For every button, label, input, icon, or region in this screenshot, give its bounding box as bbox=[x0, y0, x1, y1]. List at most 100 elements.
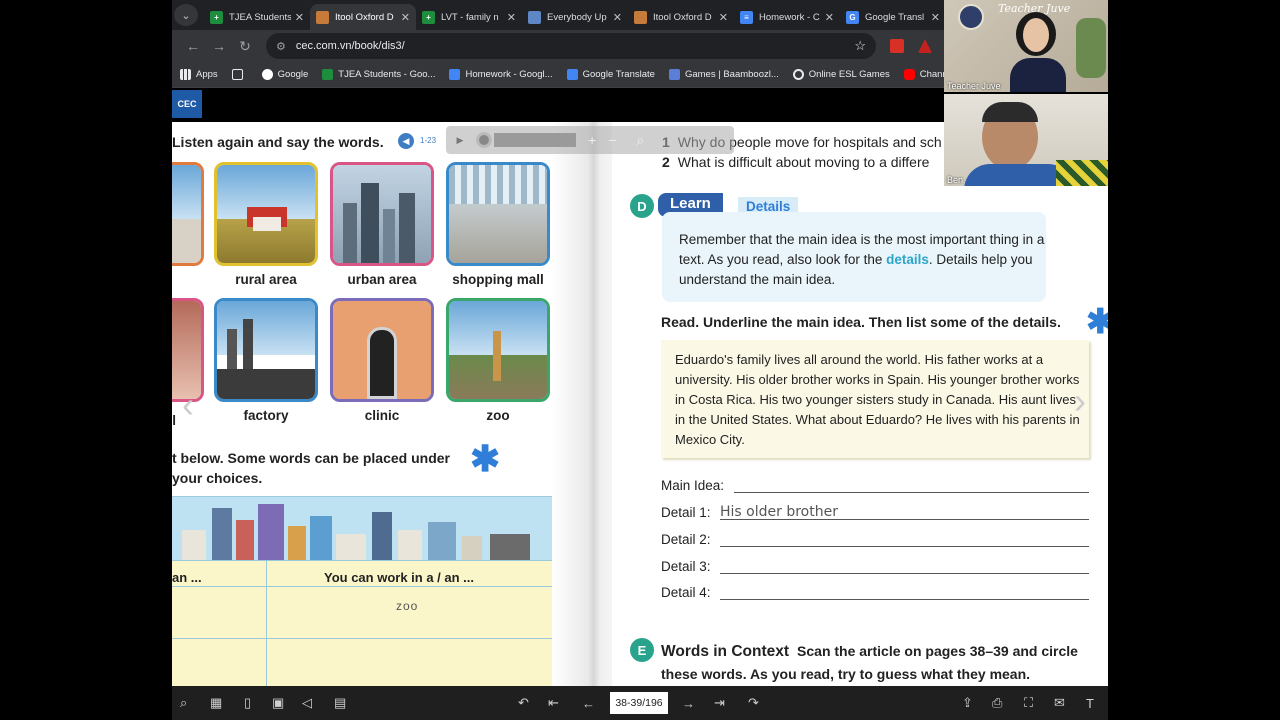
bookmark-label: Apps bbox=[196, 69, 218, 80]
tab-label: Itool Oxford D bbox=[335, 11, 394, 23]
question-number: 2 bbox=[662, 154, 670, 170]
learn-highlight: details bbox=[886, 252, 929, 267]
media-icon[interactable]: ▣ bbox=[272, 695, 284, 711]
zoom-icon[interactable]: ⌕ bbox=[180, 695, 187, 711]
tab-3[interactable]: Everybody Up ✕ bbox=[522, 4, 628, 30]
detail-2-line[interactable] bbox=[720, 546, 1089, 547]
site-info-icon[interactable]: ⚙ bbox=[276, 40, 286, 53]
page-indicator[interactable]: 38-39/196 bbox=[610, 692, 668, 714]
audio-toggle-icon[interactable]: ◁ bbox=[302, 695, 312, 711]
bookmark-games[interactable]: Games | Baamboozl... bbox=[668, 69, 779, 80]
bookmark-label: Google Translate bbox=[582, 69, 655, 80]
reload-icon[interactable]: ↻ bbox=[232, 38, 258, 55]
share-icon[interactable]: ⇪ bbox=[962, 695, 973, 711]
seek-knob[interactable] bbox=[476, 132, 492, 148]
search-icon[interactable]: ⌕ bbox=[636, 132, 644, 149]
prev-page-arrow-icon[interactable]: ‹ bbox=[182, 384, 194, 426]
apps-grid-icon bbox=[180, 69, 191, 80]
close-icon[interactable]: ✕ bbox=[295, 11, 304, 24]
video-student: Ben bbox=[944, 94, 1108, 186]
fullscreen-icon[interactable]: ⛶ bbox=[1024, 695, 1033, 711]
book-icon bbox=[634, 10, 647, 24]
tab-search-button[interactable]: ⌄ bbox=[174, 4, 198, 26]
picture-rural-area[interactable] bbox=[214, 162, 318, 266]
picture-partial-label: l bbox=[172, 413, 176, 428]
print-icon[interactable]: ⎙ bbox=[992, 695, 1002, 711]
notes-icon[interactable]: ▤ bbox=[334, 695, 346, 711]
detail-1-answer: His older brother bbox=[720, 504, 838, 520]
question-text: What is difficult about moving to a diff… bbox=[677, 154, 930, 170]
reader-toolbar: ⌕ ▦ ▯ ▣ ◁ ▤ ↶ ⇤ ← 38-39/196 → ⇥ ↷ ⇪ ⎙ ⛶ … bbox=[172, 686, 1108, 720]
sheets-icon: + bbox=[210, 10, 223, 24]
close-icon[interactable]: ✕ bbox=[613, 11, 622, 24]
book-reader: Listen again and say the words. ◀ 1-23 l… bbox=[172, 122, 1108, 686]
bookmark-label: Online ESL Games bbox=[808, 69, 890, 80]
tab-1[interactable]: Itool Oxford D ✕ bbox=[310, 4, 416, 30]
back-icon[interactable]: ← bbox=[180, 38, 206, 54]
picture-factory[interactable] bbox=[214, 298, 318, 402]
bookmark-translate[interactable]: Google Translate bbox=[566, 69, 655, 80]
audio-icon[interactable]: ◀ bbox=[398, 133, 414, 149]
bookmark-google[interactable]: Google bbox=[261, 69, 308, 80]
forward-icon[interactable]: → bbox=[206, 38, 232, 54]
tab-0[interactable]: + TJEA Students ✕ bbox=[204, 4, 310, 30]
mail-icon[interactable]: ✉ bbox=[1054, 695, 1065, 711]
tab-5[interactable]: ≡ Homework - C ✕ bbox=[734, 4, 840, 30]
words-in-context: Words in Context Scan the article on page… bbox=[661, 640, 1101, 685]
picture-clinic[interactable] bbox=[330, 298, 434, 402]
volume-icon[interactable]: + bbox=[588, 132, 596, 148]
text-icon[interactable]: T bbox=[1086, 696, 1094, 711]
bookmark-esl[interactable]: Online ESL Games bbox=[792, 69, 890, 80]
close-icon[interactable]: ✕ bbox=[719, 11, 728, 24]
picture-zoo[interactable] bbox=[446, 298, 550, 402]
main-idea-line[interactable] bbox=[734, 492, 1089, 493]
extension-icon[interactable] bbox=[890, 39, 904, 53]
first-page-icon[interactable]: ⇤ bbox=[548, 695, 559, 711]
student-cushion bbox=[1056, 160, 1108, 186]
teacher-face bbox=[1023, 18, 1049, 52]
picture-partial-top bbox=[172, 162, 204, 266]
bookmark-homework[interactable]: Homework - Googl... bbox=[449, 69, 553, 80]
bookmark-apps[interactable]: Apps bbox=[180, 69, 218, 80]
close-icon[interactable]: ✕ bbox=[401, 11, 410, 24]
picture-label: zoo bbox=[486, 408, 510, 423]
bookmark-star-icon[interactable]: ☆ bbox=[854, 38, 866, 54]
undo-icon[interactable]: ↶ bbox=[518, 695, 529, 711]
prev-page-icon[interactable]: ← bbox=[582, 696, 595, 711]
reading-passage[interactable]: Eduardo's family lives all around the wo… bbox=[661, 340, 1089, 458]
tab-4[interactable]: Itool Oxford D ✕ bbox=[628, 4, 734, 30]
bookmark-icon[interactable]: ▯ bbox=[244, 695, 251, 711]
last-page-icon[interactable]: ⇥ bbox=[714, 695, 725, 711]
tab-label: Itool Oxford D bbox=[653, 11, 712, 23]
play-icon[interactable]: ▶ bbox=[450, 130, 470, 150]
next-page-icon[interactable]: → bbox=[682, 696, 695, 711]
redo-icon[interactable]: ↷ bbox=[748, 695, 759, 711]
esl-icon bbox=[792, 69, 804, 80]
detail-4-line[interactable] bbox=[720, 599, 1089, 600]
tab-label: Homework - C bbox=[759, 11, 820, 23]
cec-logo[interactable]: CEC bbox=[172, 90, 202, 118]
picture-urban-area[interactable] bbox=[330, 162, 434, 266]
thumbnails-icon[interactable]: ▦ bbox=[210, 695, 222, 711]
close-icon[interactable]: ✕ bbox=[507, 11, 516, 24]
next-page-arrow-icon[interactable]: › bbox=[1074, 380, 1086, 422]
read-instruction: Read. Underline the main idea. Then list… bbox=[661, 314, 1061, 330]
seek-track[interactable] bbox=[494, 133, 576, 147]
book-icon bbox=[316, 10, 329, 24]
exercise-instruction: t below. Some words can be placed under … bbox=[172, 448, 472, 488]
tab-6[interactable]: G Google Transl ✕ bbox=[840, 4, 946, 30]
bookmark-tjea[interactable]: TJEA Students - Goo... bbox=[322, 69, 435, 80]
instruction-line: t below. Some words can be placed under bbox=[172, 450, 450, 466]
pdf-extension-icon[interactable] bbox=[918, 39, 932, 53]
address-bar[interactable]: ⚙ cec.com.vn/book/dis3/ ☆ bbox=[266, 33, 876, 59]
zoom-out-icon[interactable]: − bbox=[608, 132, 616, 148]
detail-3-line[interactable] bbox=[720, 573, 1089, 574]
bookmark-tab-groups[interactable] bbox=[231, 69, 248, 80]
table-header-1: an ... bbox=[172, 570, 202, 585]
tab-2[interactable]: + LVT - family n ✕ bbox=[416, 4, 522, 30]
picture-shopping-mall[interactable] bbox=[446, 162, 550, 266]
picture-label: urban area bbox=[347, 272, 417, 287]
participant-name: Ben bbox=[947, 175, 964, 185]
close-icon[interactable]: ✕ bbox=[825, 11, 834, 24]
close-icon[interactable]: ✕ bbox=[931, 11, 940, 24]
